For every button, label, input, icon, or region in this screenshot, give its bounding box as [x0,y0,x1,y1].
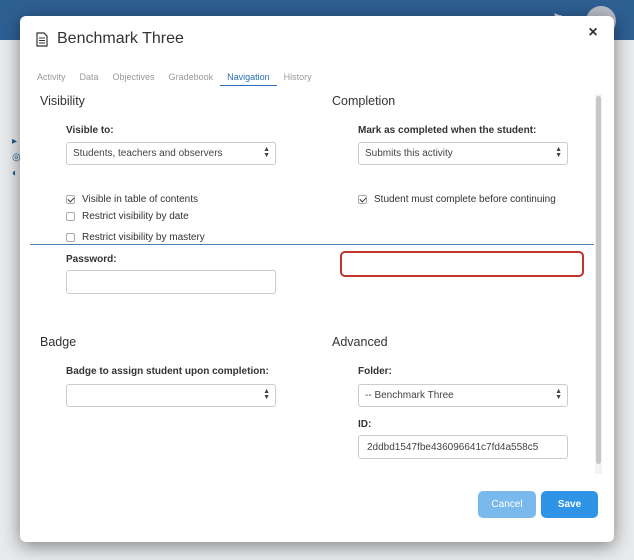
restrict-by-date-checkbox[interactable] [66,212,75,221]
password-label: Password: [66,254,117,265]
tab-bar: Activity Data Objectives Gradebook Navig… [30,70,319,90]
restrict-by-mastery-option[interactable]: Restrict visibility by mastery [66,232,205,243]
restrict-by-mastery-checkbox[interactable] [66,233,75,242]
must-complete-label: Student must complete before continuing [374,194,556,205]
badge-assign-label: Badge to assign student upon completion: [66,366,269,377]
highlight-annotation [340,251,584,277]
tab-gradebook[interactable]: Gradebook [162,70,221,86]
select-arrows-icon: ▲ ▼ [555,146,562,159]
save-button[interactable]: Save [541,491,598,518]
badge-select[interactable]: ▲ ▼ [66,384,276,407]
restrict-by-mastery-label: Restrict visibility by mastery [82,232,205,243]
modal-content: Visibility Visible to: Students, teacher… [20,94,598,480]
tab-activity[interactable]: Activity [30,70,73,86]
visible-in-toc-checkbox[interactable] [66,195,75,204]
folder-label: Folder: [358,366,392,377]
document-icon [36,32,48,47]
badge-section-title: Badge [40,335,77,349]
cancel-button[interactable]: Cancel [478,491,536,518]
mark-completed-label: Mark as completed when the student: [358,125,537,136]
scrollbar-thumb[interactable] [596,96,601,464]
restrict-by-date-label: Restrict visibility by date [82,211,189,222]
section-divider [30,244,594,245]
must-complete-option[interactable]: Student must complete before continuing [358,194,556,205]
tab-navigation[interactable]: Navigation [220,70,277,86]
modal-header: Benchmark Three × [20,16,614,64]
close-icon[interactable]: × [584,24,602,42]
visible-to-value: Students, teachers and observers [73,148,223,159]
advanced-section-title: Advanced [332,335,388,349]
visibility-section-title: Visibility [40,94,85,108]
mark-completed-select[interactable]: Submits this activity ▲ ▼ [358,142,568,165]
visible-in-toc-label: Visible in table of contents [82,194,199,205]
restrict-by-date-option[interactable]: Restrict visibility by date [66,211,189,222]
tab-objectives[interactable]: Objectives [106,70,162,86]
activity-settings-modal: Benchmark Three × Activity Data Objectiv… [20,16,614,542]
id-field[interactable]: 2ddbd1547fbe436096641c7fd4a558c5 [358,435,568,459]
tab-history[interactable]: History [277,70,319,86]
modal-title: Benchmark Three [57,30,184,47]
tab-data[interactable]: Data [73,70,106,86]
select-arrows-icon: ▲ ▼ [263,388,270,401]
folder-select[interactable]: -- Benchmark Three ▲ ▼ [358,384,568,407]
mark-completed-value: Submits this activity [365,148,453,159]
visible-to-label: Visible to: [66,125,114,136]
must-complete-checkbox[interactable] [358,195,367,204]
select-arrows-icon: ▲ ▼ [263,146,270,159]
password-field[interactable] [66,270,276,294]
completion-section-title: Completion [332,94,396,108]
id-label: ID: [358,419,372,430]
folder-value: -- Benchmark Three [365,390,454,401]
visible-to-select[interactable]: Students, teachers and observers ▲ ▼ [66,142,276,165]
select-arrows-icon: ▲ ▼ [555,388,562,401]
visible-in-toc-option[interactable]: Visible in table of contents [66,194,198,205]
